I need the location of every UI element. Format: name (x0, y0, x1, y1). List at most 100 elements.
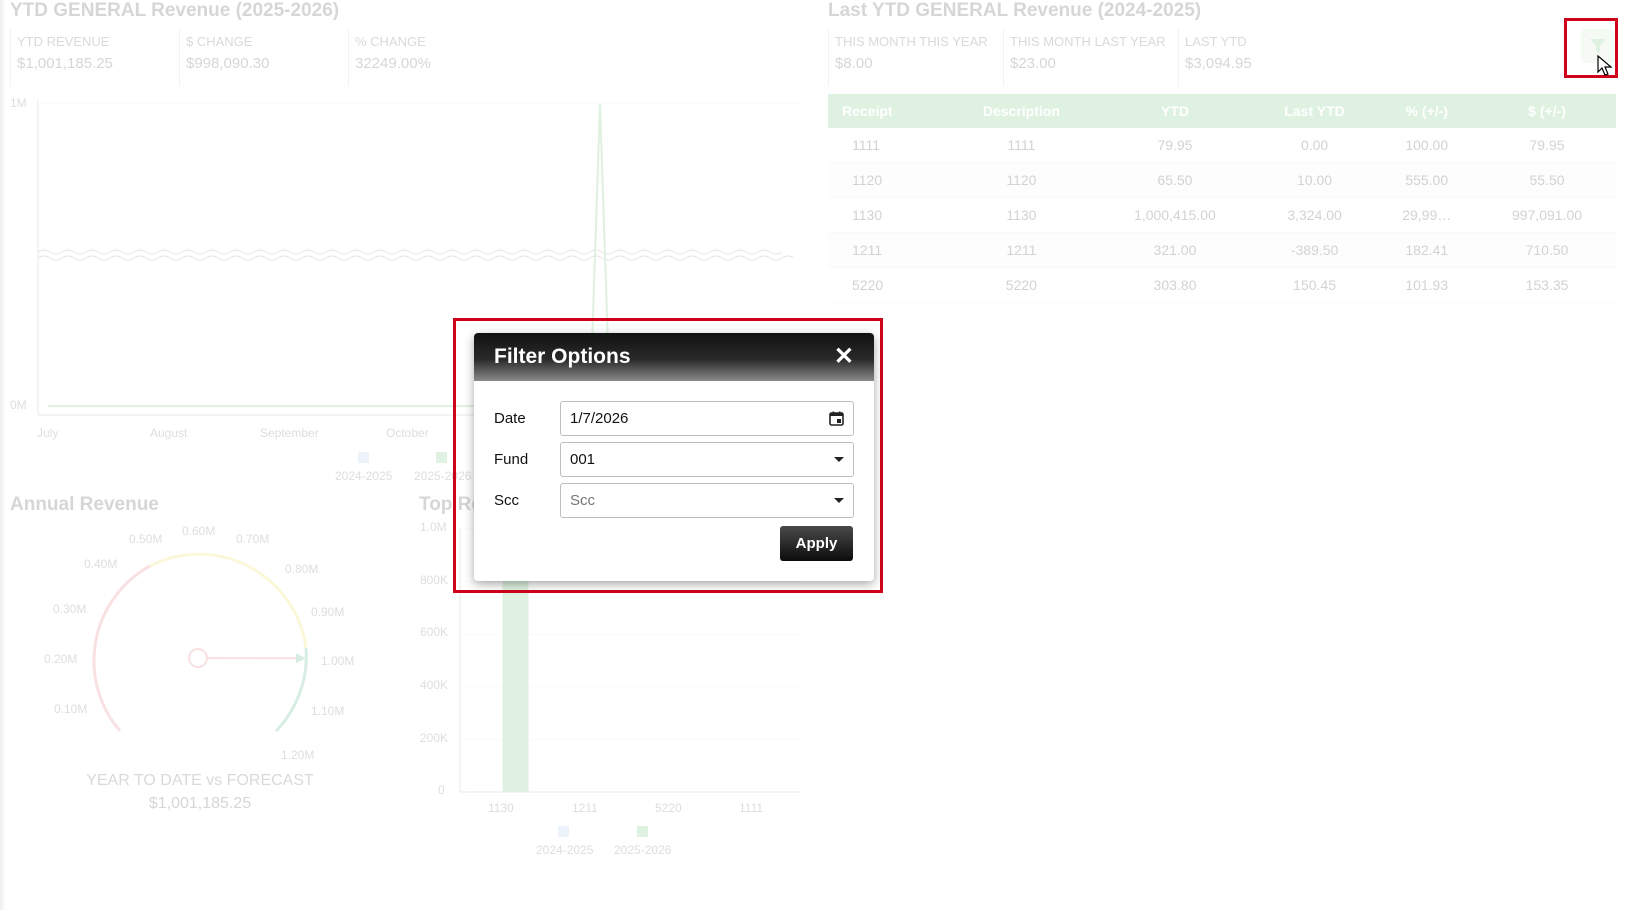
fund-select[interactable]: 001 (560, 442, 854, 477)
chevron-down-icon[interactable] (834, 457, 844, 462)
scc-select[interactable]: Scc (560, 483, 854, 518)
table-row[interactable]: 1111 1111 79.95 0.00 100.00 79.95 (828, 128, 1616, 163)
table-cell: 555.00 (1375, 162, 1479, 198)
gauge-arc-mid (149, 552, 308, 649)
x-tick: 1130 (488, 801, 514, 815)
gauge-tick: 0.80M (285, 562, 319, 576)
kpi-label: % CHANGE (355, 34, 426, 49)
table-cell: 150.45 (1253, 267, 1376, 303)
gauge-arc-low (92, 564, 151, 732)
kpi-label: YTD REVENUE (17, 34, 110, 49)
kpi-label: $ CHANGE (186, 34, 253, 49)
table-row[interactable]: 1211 1211 321.00 -389.50 182.41 710.50 (828, 232, 1616, 268)
kpi-this-month-this-year: THIS MONTH THIS YEAR $8.00 (828, 28, 1003, 86)
gauge-tick: 1.10M (311, 704, 345, 718)
table-cell: 321.00 (1096, 232, 1254, 268)
table-row[interactable]: 5220 5220 303.80 150.45 101.93 153.35 (828, 267, 1616, 303)
scc-row: Scc Scc (494, 483, 854, 518)
column-header[interactable]: YTD (1096, 94, 1254, 128)
close-icon[interactable]: ✕ (834, 345, 854, 369)
table-cell: 10.00 (1253, 162, 1376, 198)
table-cell: 29,99… (1375, 197, 1479, 233)
table-cell: 1211 (946, 232, 1097, 268)
legend-label: 2025-2026 (614, 843, 672, 857)
table-cell: 997,091.00 (1478, 197, 1616, 233)
x-tick: August (150, 426, 188, 440)
table-row[interactable]: 1130 1130 1,000,415.00 3,324.00 29,99… 9… (828, 197, 1616, 233)
table-row[interactable]: 1120 1120 65.50 10.00 555.00 55.50 (828, 162, 1616, 198)
gauge-tick: 0.90M (311, 605, 345, 619)
table-cell: 3,324.00 (1253, 197, 1376, 233)
table-cell: 303.80 (1096, 267, 1254, 303)
table-cell: 1120 (828, 162, 947, 198)
table-cell: 0.00 (1253, 128, 1376, 163)
calendar-icon[interactable] (829, 411, 844, 426)
cursor-icon (1597, 55, 1613, 76)
table-cell: 1211 (828, 232, 947, 268)
kpi-last-ytd: LAST YTD $3,094.95 (1178, 28, 1353, 86)
last-ytd-panel-title: Last YTD GENERAL Revenue (2024-2025) (828, 0, 1202, 21)
kpi-label: THIS MONTH THIS YEAR (835, 34, 988, 49)
legend-swatch-2025-2026 (637, 826, 648, 837)
kpi-dollar-change: $ CHANGE $998,090.30 (179, 28, 348, 86)
date-label: Date (494, 410, 526, 427)
table-cell: -389.50 (1253, 232, 1376, 268)
y-tick: 0M (10, 398, 27, 412)
dialog-header: Filter Options ✕ (474, 333, 874, 381)
y-tick: 1M (10, 96, 27, 110)
table-cell: 1,000,415.00 (1096, 197, 1254, 233)
table-cell: 1111 (946, 128, 1097, 163)
gauge-value: $1,001,185.25 (148, 795, 252, 812)
legend-swatch-2024-2025 (558, 826, 569, 837)
column-header[interactable]: Last YTD (1253, 94, 1376, 128)
gauge-tick: 0.60M (182, 524, 216, 538)
column-header[interactable]: $ (+/-) (1478, 94, 1616, 128)
gauge-tick: 0.20M (44, 652, 78, 666)
column-header[interactable]: Description (946, 94, 1097, 128)
kpi-ytd-revenue: YTD REVENUE $1,001,185.25 (10, 28, 179, 86)
gauge-tick: 0.70M (236, 532, 270, 546)
kpi-value: 32249.00% (355, 55, 431, 72)
gauge-tick: 0.10M (54, 702, 88, 716)
x-tick: 1111 (739, 801, 764, 815)
date-field[interactable]: 1/7/2026 (560, 401, 854, 436)
kpi-value: $3,094.95 (1185, 55, 1252, 72)
date-row: Date 1/7/2026 (494, 401, 854, 436)
table-cell: 1130 (946, 197, 1097, 233)
gauge-tick: 0.50M (129, 532, 163, 546)
fund-label: Fund (494, 451, 529, 468)
x-tick: September (260, 426, 319, 440)
kpi-value: $23.00 (1010, 55, 1056, 72)
gauge-tick: 1.20M (281, 748, 315, 762)
apply-button[interactable]: Apply (780, 526, 853, 561)
table-cell: 153.35 (1478, 267, 1616, 303)
legend-label: 2024-2025 (335, 469, 393, 483)
kpi-value: $8.00 (835, 55, 873, 72)
axis-break (37, 249, 783, 255)
fund-row: Fund 001 (494, 442, 854, 477)
scc-placeholder: Scc (570, 492, 596, 509)
last-ytd-kpi-row: THIS MONTH THIS YEAR $8.00 THIS MONTH LA… (828, 28, 1353, 86)
kpi-value: $998,090.30 (186, 55, 270, 72)
y-tick: 400K (420, 678, 449, 692)
kpi-value: $1,001,185.25 (17, 55, 113, 72)
gauge-arc-high (274, 647, 308, 733)
y-tick: 600K (420, 625, 449, 639)
table-cell: 100.00 (1375, 128, 1479, 163)
gauge-hub (188, 648, 208, 668)
kpi-this-month-last-year: THIS MONTH LAST YEAR $23.00 (1003, 28, 1178, 86)
column-header[interactable]: % (+/-) (1375, 94, 1479, 128)
x-tick: July (37, 426, 59, 440)
ytd-kpi-row: YTD REVENUE $1,001,185.25 $ CHANGE $998,… (10, 28, 517, 86)
legend-swatch-2024-2025 (358, 452, 369, 463)
table-cell: 101.93 (1375, 267, 1479, 303)
gauge-tick: 1.00M (321, 654, 355, 668)
annual-gauge (92, 552, 308, 733)
column-header[interactable]: Receipt (828, 94, 947, 128)
dialog-title: Filter Options (494, 345, 631, 368)
table-cell: 55.50 (1478, 162, 1616, 198)
axis-break (37, 255, 795, 261)
kpi-label: THIS MONTH LAST YEAR (1010, 34, 1166, 49)
table-cell: 710.50 (1478, 232, 1616, 268)
chevron-down-icon[interactable] (834, 498, 844, 503)
